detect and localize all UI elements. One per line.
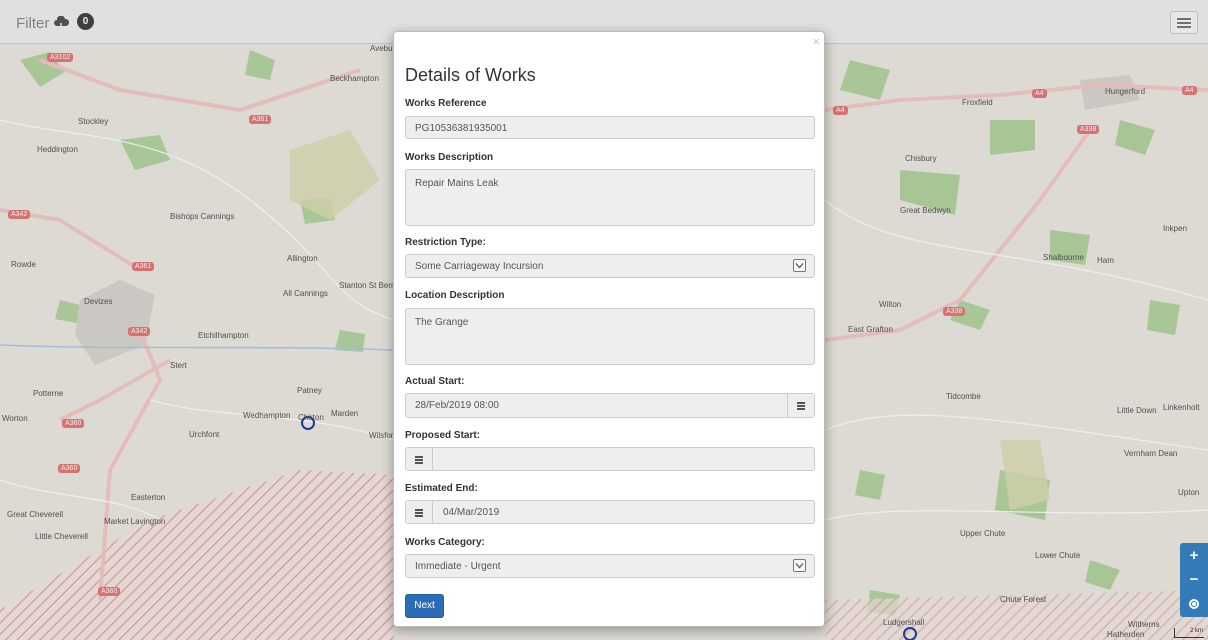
restriction-type-value: Some Carriageway Incursion <box>415 261 544 272</box>
works-category-select[interactable]: Immediate - Urgent <box>405 554 815 578</box>
works-category-label: Works Category: <box>405 537 485 548</box>
locate-icon[interactable] <box>1180 593 1208 615</box>
works-description-textarea[interactable]: Repair Mains Leak <box>405 169 815 226</box>
proposed-start-input[interactable] <box>405 447 815 471</box>
works-description-label: Works Description <box>405 152 494 163</box>
actual-start-value: 28/Feb/2019 08:00 <box>415 400 499 411</box>
works-reference-field[interactable]: PG10536381935001 <box>405 116 815 139</box>
map-scale-bar: 2 km <box>1174 628 1204 638</box>
select-chevron-icon <box>793 559 806 572</box>
estimated-end-label: Estimated End: <box>405 483 478 494</box>
next-button[interactable]: Next <box>405 594 444 618</box>
proposed-start-label: Proposed Start: <box>405 430 481 441</box>
zoom-in-button[interactable]: + <box>1180 545 1208 567</box>
details-of-works-modal: × Details of Works Works Reference PG105… <box>393 31 825 627</box>
location-description-textarea[interactable]: The Grange <box>405 308 815 365</box>
works-reference-value: PG10536381935001 <box>415 123 508 134</box>
calendar-icon[interactable] <box>406 448 433 470</box>
restriction-type-label: Restriction Type: <box>405 237 486 248</box>
actual-start-label: Actual Start: <box>405 376 465 387</box>
modal-title: Details of Works <box>405 65 536 85</box>
calendar-icon[interactable] <box>406 501 433 523</box>
location-description-label: Location Description <box>405 290 505 301</box>
works-reference-label: Works Reference <box>405 98 487 109</box>
works-category-value: Immediate - Urgent <box>415 561 501 572</box>
restriction-type-select[interactable]: Some Carriageway Incursion <box>405 254 815 278</box>
works-description-value: Repair Mains Leak <box>415 178 499 189</box>
select-chevron-icon <box>793 259 806 272</box>
calendar-icon[interactable] <box>787 394 814 417</box>
actual-start-input[interactable]: 28/Feb/2019 08:00 <box>405 393 815 418</box>
estimated-end-input[interactable]: 04/Mar/2019 <box>405 500 815 524</box>
estimated-end-value: 04/Mar/2019 <box>443 507 500 518</box>
zoom-control: + − <box>1180 543 1208 617</box>
zoom-out-button[interactable]: − <box>1180 569 1208 591</box>
location-description-value: The Grange <box>415 317 469 328</box>
close-icon[interactable]: × <box>812 34 820 49</box>
